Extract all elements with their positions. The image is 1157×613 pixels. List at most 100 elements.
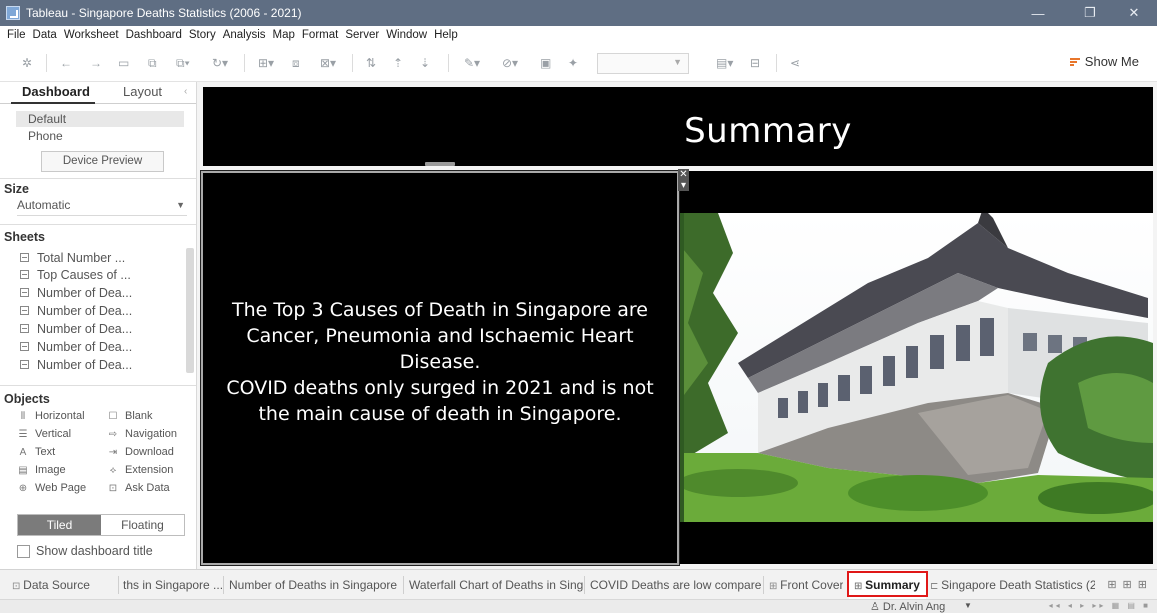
summary-text-container[interactable]: The Top 3 Causes of Death in Singapore a… [200, 170, 680, 566]
object-blank[interactable]: ☐ Blank [107, 409, 153, 423]
object-vertical[interactable]: ☰ Vertical [17, 427, 72, 441]
sheet-tabs-bar: ⊡ Data Source ths in Singapore ... Numbe… [0, 569, 1157, 600]
add-sheet-icon[interactable]: ⊞▾ [258, 55, 274, 71]
object-image[interactable]: ▤ Image [17, 463, 65, 477]
menu-map[interactable]: Map [273, 29, 295, 41]
menu-file[interactable]: File [7, 29, 26, 41]
panel-tabs: Dashboard Layout ‹ [0, 82, 196, 104]
data-source-icon: ⊡ [12, 581, 24, 592]
labels-icon[interactable]: ▣ [540, 55, 551, 71]
tab-underline [11, 102, 95, 104]
show-title-checkbox[interactable] [17, 545, 30, 558]
duplicate-icon[interactable]: ⧈ [292, 55, 300, 71]
sheet-item[interactable]: Number of Dea... [20, 302, 132, 319]
object-extension[interactable]: ⟡ Extension [107, 463, 174, 477]
object-text[interactable]: A Text [17, 445, 56, 459]
remove-object-icon[interactable]: ✕ ▾ [678, 169, 689, 191]
close-icon[interactable]: ✕ [1111, 0, 1157, 26]
annotate-icon[interactable]: ⊘▾ [502, 55, 518, 71]
tab-data-source[interactable]: ⊡ Data Source [12, 570, 112, 600]
object-horizontal[interactable]: ⫴ Horizontal [17, 409, 85, 423]
restore-icon[interactable]: ❐ [1067, 0, 1113, 26]
menu-analysis[interactable]: Analysis [223, 29, 266, 41]
sheet-item[interactable]: Top Causes of ... [20, 266, 131, 283]
tiled-button[interactable]: Tiled [18, 515, 101, 535]
highlight-icon[interactable]: ✎▾ [464, 55, 480, 71]
blank-icon: ☐ [108, 410, 118, 422]
clear-sheet-icon[interactable]: ⊠▾ [320, 55, 336, 71]
dashboard-title: Summary [684, 111, 852, 151]
sheet-item[interactable]: Number of Dea... [20, 320, 132, 337]
object-navigation[interactable]: ⇨ Navigation [107, 427, 177, 441]
presentation-icon[interactable]: ▤▾ [716, 55, 733, 71]
menu-data[interactable]: Data [33, 29, 57, 41]
size-value: Automatic [17, 198, 71, 212]
refresh-icon[interactable]: ↻▾ [212, 55, 228, 71]
menu-story[interactable]: Story [189, 29, 216, 41]
sheet-item[interactable]: Total Number ... [20, 249, 125, 266]
sort-ascending-icon[interactable]: ⇡ [393, 55, 403, 71]
tab-sheet[interactable]: Waterfall Chart of Deaths in Sing... [409, 570, 584, 600]
sheets-title: Sheets [4, 230, 45, 244]
tableau-app-icon [6, 6, 20, 20]
title-bar: Tableau - Singapore Deaths Statistics (2… [0, 0, 1157, 26]
sheet-navigation-icons[interactable]: ◂◂ ◂ ▸ ▸▸ ▦ ▤ ■ [1049, 601, 1151, 610]
collapse-panel-icon[interactable]: ‹ [184, 86, 187, 97]
status-user[interactable]: ♙ Dr. Alvin Ang [870, 600, 945, 613]
redo-icon[interactable]: → [90, 55, 102, 71]
text-icon: A [19, 446, 27, 458]
tableau-logo-icon[interactable]: ✲ [22, 55, 32, 71]
object-web-page[interactable]: ⊕ Web Page [17, 481, 86, 495]
summary-text: The Top 3 Causes of Death in Singapore a… [203, 297, 677, 427]
tab-dashboard[interactable]: Dashboard [22, 84, 90, 99]
menu-server[interactable]: Server [345, 29, 379, 41]
menu-format[interactable]: Format [302, 29, 338, 41]
user-icon: ♙ [870, 601, 883, 613]
minimize-icon[interactable]: — [1015, 0, 1061, 26]
pin-icon[interactable]: ✦ [568, 55, 578, 71]
tab-sheet[interactable]: ths in Singapore ... [123, 570, 223, 600]
sheet-icon [20, 253, 29, 262]
share-icon[interactable]: ⋖ [790, 55, 800, 71]
new-worksheet-icon[interactable]: ⧉▾ [176, 55, 190, 71]
chevron-down-icon: ▼ [176, 200, 185, 210]
new-data-source-icon[interactable]: ⧉ [148, 55, 157, 71]
save-icon[interactable]: ▭ [118, 55, 129, 71]
ask-data-icon: ⊡ [108, 482, 118, 494]
fit-dropdown[interactable]: ▼ [597, 53, 689, 74]
dashboard-title-block[interactable]: Summary [203, 87, 1153, 166]
menu-dashboard[interactable]: Dashboard [126, 29, 182, 41]
chevron-down-icon[interactable]: ▼ [964, 601, 972, 610]
device-default[interactable]: Default [16, 111, 184, 127]
tab-story[interactable]: ⊏ Singapore Death Statistics (2... [930, 570, 1095, 600]
device-phone[interactable]: Phone [16, 128, 184, 144]
swap-icon[interactable]: ⇅ [366, 55, 376, 71]
sheet-item[interactable]: Number of Dea... [20, 338, 132, 355]
sheets-scrollbar[interactable] [186, 248, 194, 373]
size-select[interactable]: Automatic ▼ [17, 198, 187, 216]
show-me-button[interactable]: Show Me [1069, 54, 1139, 69]
floating-button[interactable]: Floating [101, 515, 184, 535]
object-ask-data[interactable]: ⊡ Ask Data [107, 481, 170, 495]
tab-sheet[interactable]: Number of Deaths in Singapore ... [229, 570, 399, 600]
sheet-item[interactable]: Number of Dea... [20, 284, 132, 301]
left-panel: Dashboard Layout ‹ Default Phone Device … [0, 82, 197, 569]
device-preview-button[interactable]: Device Preview [41, 151, 164, 172]
menu-bar: File Data Worksheet Dashboard Story Anal… [0, 26, 1157, 44]
menu-worksheet[interactable]: Worksheet [64, 29, 119, 41]
object-download[interactable]: ⇥ Download [107, 445, 174, 459]
new-sheet-icons[interactable]: ⊞⊞⊞ [1107, 578, 1153, 591]
device-preview-icon[interactable]: ⊟ [750, 55, 760, 71]
sheet-item[interactable]: Number of Dea... [20, 356, 132, 373]
tab-layout[interactable]: Layout [123, 84, 162, 99]
image-icon: ▤ [18, 464, 28, 476]
summary-line: Disease. [399, 351, 481, 373]
tab-sheet[interactable]: COVID Deaths are low compare... [590, 570, 762, 600]
tab-front-cover[interactable]: ⊞ Front Cover [769, 570, 843, 600]
move-handle[interactable] [425, 162, 455, 166]
undo-icon[interactable]: ← [60, 55, 72, 71]
sort-descending-icon[interactable]: ⇣ [420, 55, 430, 71]
menu-window[interactable]: Window [386, 29, 427, 41]
menu-help[interactable]: Help [434, 29, 458, 41]
image-container[interactable] [678, 171, 1153, 564]
